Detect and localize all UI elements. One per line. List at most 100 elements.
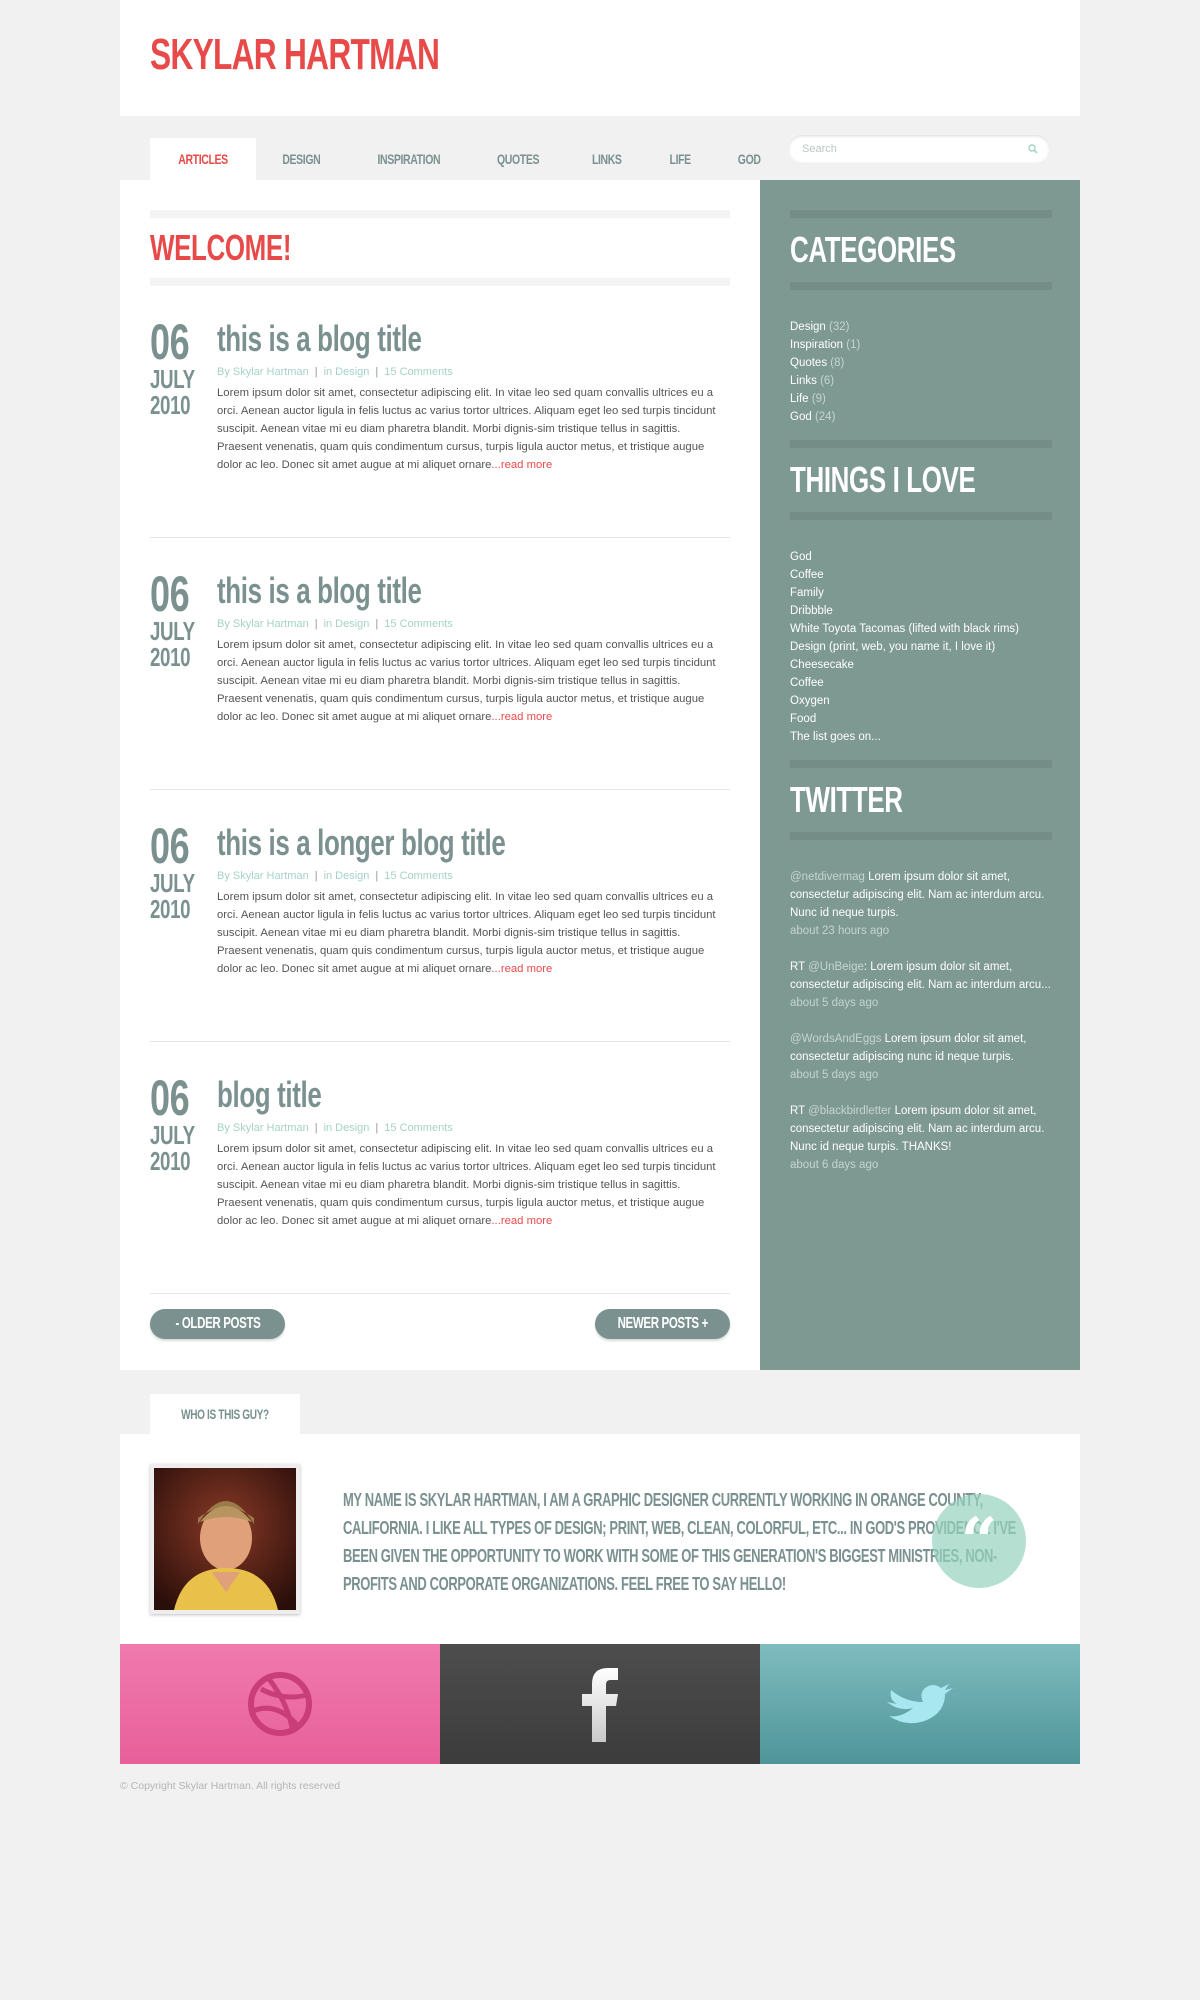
post-category-link[interactable]: in Design <box>324 1122 370 1134</box>
post-month: JULY <box>150 1120 195 1150</box>
tweet-handle-link[interactable]: @blackbirdletter <box>808 1105 891 1117</box>
post-day: 06 <box>150 818 190 874</box>
dribbble-icon <box>248 1672 312 1736</box>
list-item: Family <box>790 587 824 599</box>
meta-separator: | <box>314 618 318 630</box>
search-icon[interactable] <box>1022 138 1044 160</box>
category-item-god[interactable]: God (24) <box>790 408 1052 426</box>
post-author-link[interactable]: By Skylar Hartman <box>217 870 309 882</box>
tweet-time[interactable]: about 5 days ago <box>790 1069 878 1081</box>
quote-icon: “ <box>932 1494 1026 1588</box>
category-item-life[interactable]: Life (9) <box>790 390 1052 408</box>
meta-separator: | <box>314 366 318 378</box>
post-date: 06 JULY 2010 <box>150 1070 200 1174</box>
categories-widget: CATEGORIES Design (32) Inspiration (1) Q… <box>790 210 1052 426</box>
post-comments-link[interactable]: 15 Comments <box>384 1122 452 1134</box>
things-i-love-title: THINGS I LOVE <box>790 459 976 500</box>
post-month: JULY <box>150 868 195 898</box>
tweet: @WordsAndEggs Lorem ipsum dolor sit amet… <box>790 1033 1027 1081</box>
nav-item-articles[interactable]: ARTICLES <box>150 138 256 180</box>
nav-item-god[interactable]: GOD <box>714 138 784 180</box>
list-item: Design (print, web, you name it, I love … <box>790 641 996 653</box>
post-author-link[interactable]: By Skylar Hartman <box>217 1122 309 1134</box>
category-item-links[interactable]: Links (6) <box>790 372 1052 390</box>
post-category-link[interactable]: in Design <box>324 870 370 882</box>
category-item-design[interactable]: Design (32) <box>790 318 1052 336</box>
twitter-link[interactable] <box>760 1644 1080 1764</box>
facebook-link[interactable] <box>440 1644 760 1764</box>
list-item: Oxygen <box>790 695 830 707</box>
tweet-time[interactable]: about 6 days ago <box>790 1159 878 1171</box>
list-item: Food <box>790 713 817 725</box>
avatar-photo <box>154 1468 296 1610</box>
meta-separator: | <box>375 618 379 630</box>
site-title[interactable]: SKYLAR HARTMAN <box>150 30 440 80</box>
post-comments-link[interactable]: 15 Comments <box>384 366 452 378</box>
tweet: RT @blackbirdletter Lorem ipsum dolor si… <box>790 1105 1045 1171</box>
post-title[interactable]: this is a longer blog title <box>217 822 577 864</box>
post-title[interactable]: this is a blog title <box>217 318 577 360</box>
post-day: 06 <box>150 566 190 622</box>
category-item-quotes[interactable]: Quotes (8) <box>790 354 1052 372</box>
twitter-bird-icon <box>887 1684 953 1724</box>
pagination: - OLDER POSTS NEWER POSTS + <box>150 1309 730 1341</box>
tweet-handle-link[interactable]: @netdivermag <box>790 871 865 883</box>
read-more-link[interactable]: ...read more <box>491 963 552 975</box>
main-nav: ARTICLES DESIGN INSPIRATION QUOTES LINKS… <box>150 138 785 180</box>
post-title[interactable]: blog title <box>217 1074 577 1116</box>
tweet-time[interactable]: about 23 hours ago <box>790 925 889 937</box>
meta-separator: | <box>375 870 379 882</box>
post-date: 06 JULY 2010 <box>150 566 200 670</box>
copyright-text: © Copyright Skylar Hartman. All rights r… <box>120 1780 341 1792</box>
newer-posts-button[interactable]: NEWER POSTS + <box>595 1309 730 1339</box>
nav-item-design[interactable]: DESIGN <box>256 138 347 180</box>
tweet-handle-link[interactable]: @WordsAndEggs <box>790 1033 881 1045</box>
post-comments-link[interactable]: 15 Comments <box>384 618 452 630</box>
welcome-heading: WELCOME! <box>150 227 292 268</box>
post-author-link[interactable]: By Skylar Hartman <box>217 366 309 378</box>
post-category-link[interactable]: in Design <box>324 366 370 378</box>
post-comments-link[interactable]: 15 Comments <box>384 870 452 882</box>
tweet-time[interactable]: about 5 days ago <box>790 997 878 1009</box>
nav-item-inspiration[interactable]: INSPIRATION <box>347 138 471 180</box>
content-column: WELCOME! 06 JULY 2010 this is a blog tit… <box>150 210 730 1294</box>
site-header: SKYLAR HARTMAN <box>120 0 1080 116</box>
older-posts-button[interactable]: - OLDER POSTS <box>150 1309 285 1339</box>
meta-separator: | <box>375 1122 379 1134</box>
dribbble-link[interactable] <box>120 1644 440 1764</box>
list-item: Dribbble <box>790 605 833 617</box>
divider <box>150 278 730 286</box>
post-author-link[interactable]: By Skylar Hartman <box>217 618 309 630</box>
post-category-link[interactable]: in Design <box>324 618 370 630</box>
post-day: 06 <box>150 1070 190 1126</box>
search-box <box>788 135 1050 163</box>
list-item: Cheesecake <box>790 659 854 671</box>
post-excerpt: Lorem ipsum dolor sit amet, consectetur … <box>217 387 716 471</box>
nav-item-life[interactable]: LIFE <box>646 138 714 180</box>
search-input[interactable] <box>800 142 1022 156</box>
nav-item-links[interactable]: LINKS <box>567 138 647 180</box>
post-year: 2010 <box>150 894 191 924</box>
read-more-link[interactable]: ...read more <box>491 1215 552 1227</box>
widget-bar <box>790 512 1052 520</box>
twitter-widget: TWITTER @netdivermag Lorem ipsum dolor s… <box>790 760 1052 1192</box>
post-body: blog title By Skylar Hartman | in Design | 1… <box>217 1074 717 1230</box>
list-item: White Toyota Tacomas (lifted with black … <box>790 623 1020 635</box>
things-list: God Coffee Family Dribbble White Toyota … <box>790 548 1052 746</box>
navigation-bar: ARTICLES DESIGN INSPIRATION QUOTES LINKS… <box>120 135 1080 180</box>
post-date: 06 JULY 2010 <box>150 818 200 924</box>
tweet-handle-link[interactable]: @UnBeige <box>808 961 864 973</box>
blog-post: 06 JULY 2010 this is a blog title By Sky… <box>150 538 730 790</box>
post-month: JULY <box>150 364 195 394</box>
read-more-link[interactable]: ...read more <box>491 711 552 723</box>
widget-bar <box>790 282 1052 290</box>
nav-item-quotes[interactable]: QUOTES <box>470 138 566 180</box>
list-item: God <box>790 551 812 563</box>
post-title[interactable]: this is a blog title <box>217 570 577 612</box>
main-area: WELCOME! 06 JULY 2010 this is a blog tit… <box>120 180 1080 1370</box>
category-item-inspiration[interactable]: Inspiration (1) <box>790 336 1052 354</box>
list-item: The list goes on... <box>790 731 881 743</box>
widget-bar <box>790 210 1052 218</box>
about-tab[interactable]: WHO IS THIS GUY? <box>150 1394 300 1434</box>
read-more-link[interactable]: ...read more <box>491 459 552 471</box>
